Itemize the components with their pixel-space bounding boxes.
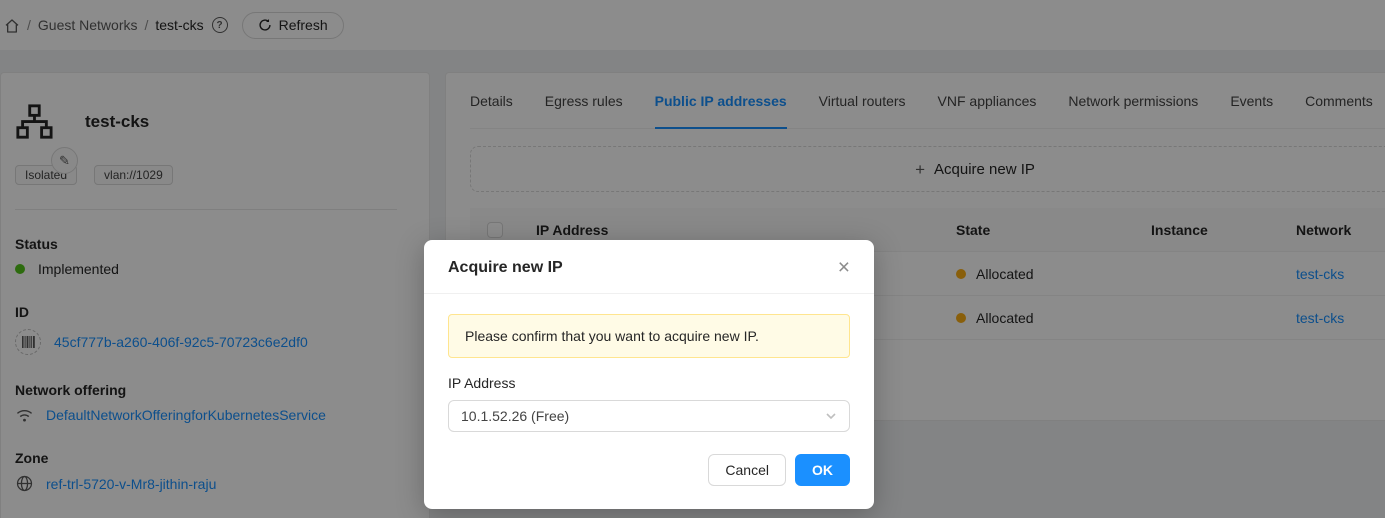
- acquire-new-ip-modal: Acquire new IP × Please confirm that you…: [424, 240, 874, 509]
- cancel-button[interactable]: Cancel: [708, 454, 786, 486]
- modal-title: Acquire new IP: [448, 259, 563, 277]
- confirm-alert: Please confirm that you want to acquire …: [448, 314, 850, 358]
- ok-button[interactable]: OK: [795, 454, 850, 486]
- ip-address-select[interactable]: 10.1.52.26 (Free): [448, 400, 850, 432]
- ip-address-field-label: IP Address: [448, 375, 850, 391]
- close-icon[interactable]: ×: [838, 257, 850, 278]
- page: / Guest Networks / test-cks ? Refresh te…: [0, 0, 1385, 518]
- ip-address-selected-value: 10.1.52.26 (Free): [461, 408, 569, 424]
- chevron-down-icon: [825, 410, 837, 422]
- confirm-alert-message: Please confirm that you want to acquire …: [465, 328, 759, 344]
